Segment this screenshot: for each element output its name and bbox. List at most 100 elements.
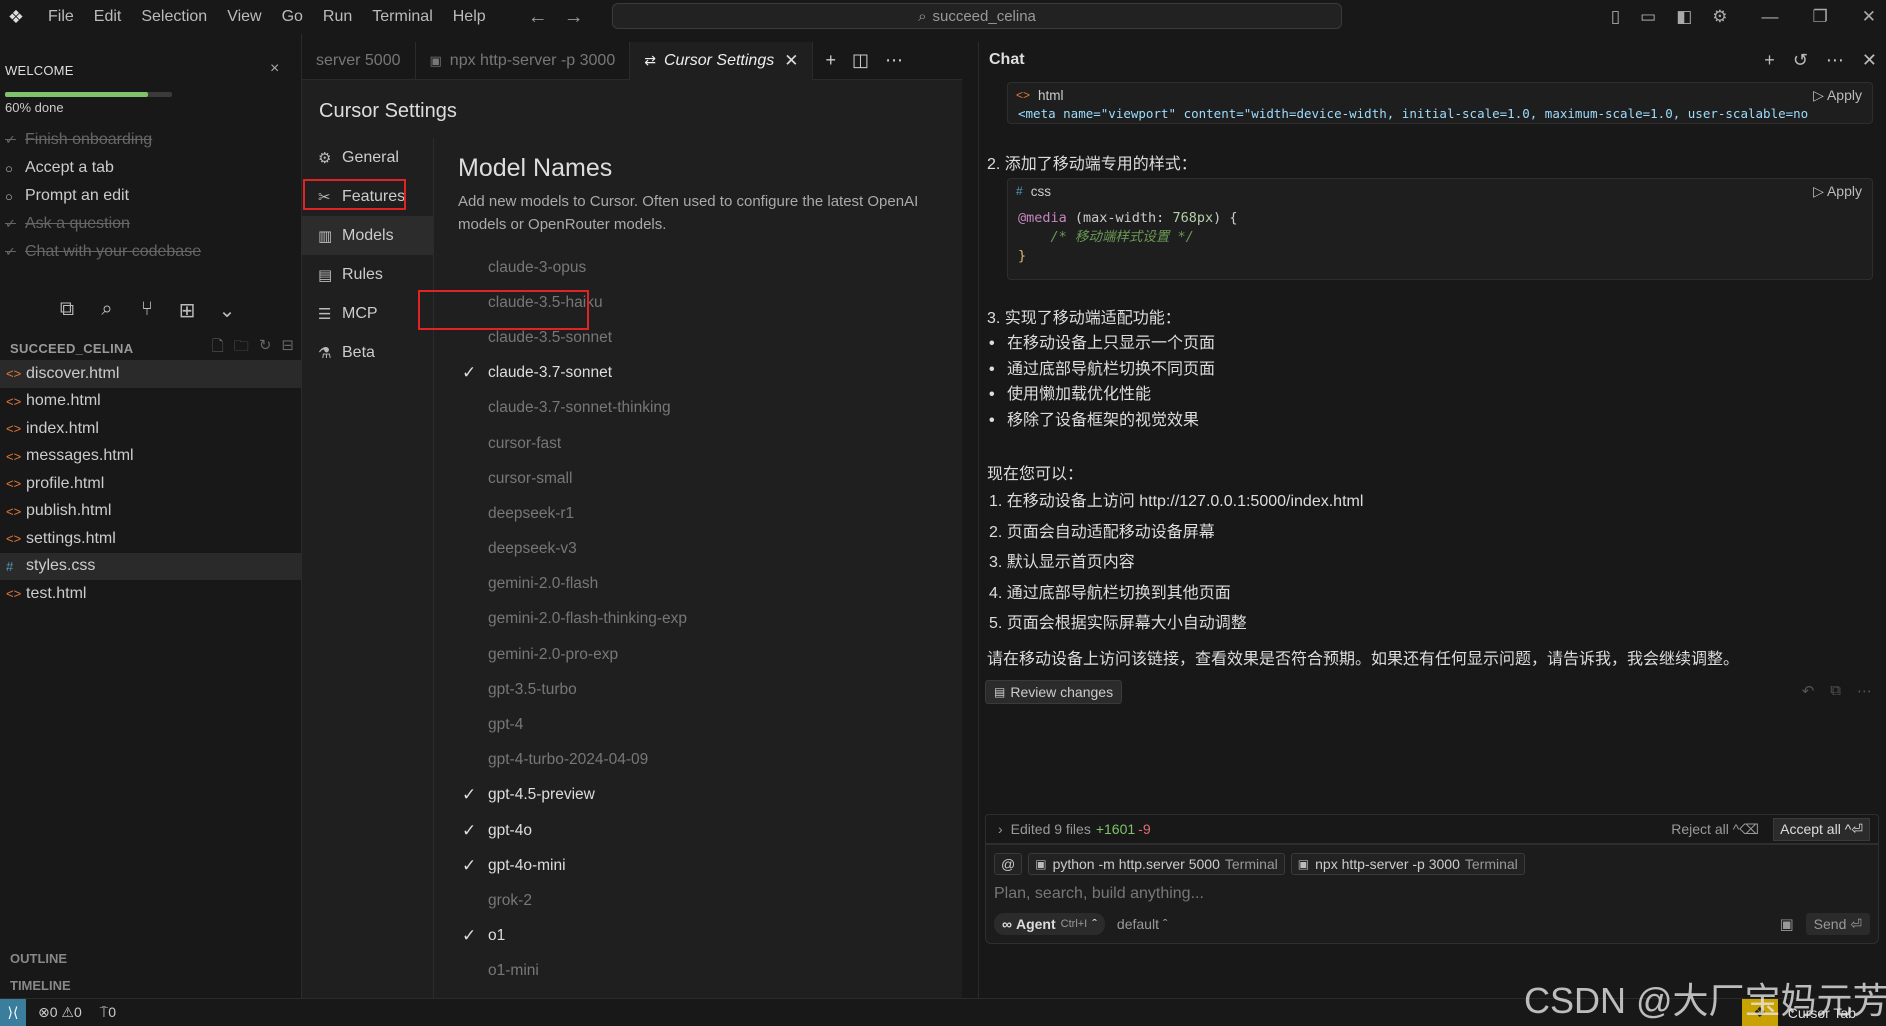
file-item[interactable]: <> discover.html (0, 360, 301, 388)
checkmark-icon[interactable]: ✓ (462, 363, 488, 383)
checkmark-icon[interactable]: ✓ (462, 821, 488, 841)
model-item[interactable]: claude-3-opus (462, 250, 687, 285)
menu-selection[interactable]: Selection (131, 0, 217, 34)
close-tab-icon[interactable]: ✕ (784, 51, 798, 71)
new-tab-icon[interactable]: + (825, 50, 836, 71)
file-item[interactable]: # styles.css (0, 552, 301, 580)
tab-npx-http-server[interactable]: ▣ npx http-server -p 3000 (416, 41, 631, 80)
image-upload-icon[interactable]: ▣ (1779, 915, 1793, 933)
tab-cursor-settings[interactable]: ⇄ Cursor Settings ✕ (630, 41, 814, 80)
explorer-icon[interactable]: ⧉ (56, 298, 78, 323)
settings-nav-beta[interactable]: ⚗ Beta (302, 333, 433, 372)
close-window-icon[interactable]: ✕ (1852, 7, 1886, 27)
menu-run[interactable]: Run (313, 0, 362, 34)
file-item[interactable]: <> index.html (0, 415, 301, 443)
apply-button[interactable]: ▷ Apply (1813, 87, 1862, 104)
settings-nav-mcp[interactable]: ☰ MCP (302, 294, 433, 333)
model-item[interactable]: ✓ gpt-4.5-preview (462, 778, 687, 813)
menu-view[interactable]: View (217, 0, 271, 34)
extensions-icon[interactable]: ⊞ (176, 298, 198, 323)
settings-nav-models[interactable]: ▥ Models (302, 216, 433, 255)
model-item[interactable]: ✓ o1 (462, 919, 687, 954)
context-chip-npx-server[interactable]: ▣ npx http-server -p 3000 Terminal (1290, 853, 1525, 875)
checkmark-icon[interactable]: ✓ (462, 856, 488, 876)
menu-terminal[interactable]: Terminal (362, 0, 442, 34)
more-icon[interactable]: ⋯ (1857, 682, 1872, 700)
model-item[interactable]: deepseek-v3 (462, 532, 687, 567)
menu-edit[interactable]: Edit (84, 0, 132, 34)
file-item[interactable]: <> home.html (0, 388, 301, 416)
toggle-panel-icon[interactable]: ▭ (1630, 7, 1666, 27)
model-item[interactable]: gpt-3.5-turbo (462, 672, 687, 707)
settings-gear-icon[interactable]: ⚙ (1702, 7, 1737, 27)
send-button[interactable]: Send ⏎ (1805, 913, 1870, 935)
more-icon[interactable]: ⋯ (885, 50, 903, 71)
copy-icon[interactable]: ⧉ (1830, 682, 1841, 700)
agent-mode-button[interactable]: ∞ Agent Ctrl+I ˆ (994, 913, 1105, 935)
new-folder-icon[interactable]: 🗀 (234, 336, 249, 361)
model-item[interactable]: gemini-2.0-pro-exp (462, 637, 687, 672)
onboarding-item[interactable]: ○ Accept a tab (5, 154, 201, 182)
menu-help[interactable]: Help (443, 0, 496, 34)
file-item[interactable]: <> messages.html (0, 443, 301, 471)
minimize-icon[interactable]: — (1752, 7, 1789, 27)
command-search-box[interactable]: ⌕ succeed_celina (612, 3, 1342, 29)
file-item[interactable]: <> test.html (0, 580, 301, 608)
split-editor-icon[interactable]: ◫ (852, 50, 869, 71)
model-item[interactable]: ✓ claude-3.7-sonnet (462, 356, 687, 391)
file-item[interactable]: <> settings.html (0, 525, 301, 553)
collapse-icon[interactable]: ⊟ (281, 336, 294, 361)
toggle-secondary-sidebar-icon[interactable]: ◧ (1666, 7, 1702, 27)
onboarding-item[interactable]: ○ Prompt an edit (5, 182, 201, 210)
review-changes-button[interactable]: ▤ Review changes (985, 680, 1123, 704)
file-item[interactable]: <> profile.html (0, 470, 301, 498)
menu-go[interactable]: Go (272, 0, 313, 34)
onboarding-item[interactable]: ✓ Ask a question (5, 210, 201, 238)
undo-icon[interactable]: ↶ (1802, 682, 1815, 700)
new-file-icon[interactable]: 🗋 (212, 336, 224, 361)
model-item[interactable]: ✓ gpt-4o (462, 813, 687, 848)
model-item[interactable]: gemini-2.0-flash (462, 567, 687, 602)
chevron-down-icon[interactable]: ⌄ (216, 298, 238, 323)
menu-file[interactable]: File (38, 0, 84, 34)
edited-files-bar[interactable]: › Edited 9 files +1601 -9 Reject all ^⌫ … (985, 814, 1879, 844)
close-icon[interactable]: × (270, 60, 279, 78)
search-icon[interactable]: ⌕ (96, 298, 118, 323)
remote-icon[interactable]: ⟩⟨ (0, 998, 26, 1026)
refresh-icon[interactable]: ↻ (259, 336, 272, 361)
forward-arrow-icon[interactable]: → (564, 6, 584, 29)
more-icon[interactable]: ⋯ (1826, 50, 1844, 71)
accept-all-button[interactable]: Accept all ^⏎ (1773, 817, 1870, 841)
new-chat-icon[interactable]: + (1764, 50, 1775, 71)
settings-nav-rules[interactable]: ▤ Rules (302, 255, 433, 294)
file-item[interactable]: <> publish.html (0, 498, 301, 526)
checkmark-icon[interactable]: ✓ (462, 926, 488, 946)
model-item[interactable]: cursor-fast (462, 426, 687, 461)
model-item[interactable]: deepseek-r1 (462, 496, 687, 531)
tab-server-5000[interactable]: server 5000 (302, 41, 416, 80)
model-item[interactable]: cursor-small (462, 461, 687, 496)
model-item[interactable]: ✓ gpt-4o-mini (462, 848, 687, 883)
chat-input[interactable]: Plan, search, build anything... (994, 885, 1204, 903)
onboarding-item[interactable]: ✓ Chat with your codebase (5, 238, 201, 266)
model-item[interactable]: o1-mini (462, 954, 687, 989)
context-chip-python-server[interactable]: ▣ python -m http.server 5000 Terminal (1028, 853, 1285, 875)
model-item[interactable]: grok-2 (462, 883, 687, 918)
maximize-icon[interactable]: ❐ (1803, 7, 1838, 27)
back-arrow-icon[interactable]: ← (528, 6, 548, 29)
history-icon[interactable]: ↺ (1793, 50, 1808, 71)
model-item[interactable]: claude-3.7-sonnet-thinking (462, 391, 687, 426)
model-item[interactable]: gpt-4 (462, 707, 687, 742)
timeline-section[interactable]: TIMELINE (10, 978, 71, 993)
settings-nav-general[interactable]: ⚙ General (302, 138, 433, 177)
apply-button[interactable]: ▷ Apply (1813, 183, 1862, 200)
source-control-icon[interactable]: ⑂ (136, 298, 158, 323)
ports-status[interactable]: ⍑0 (100, 1004, 116, 1021)
onboarding-item[interactable]: ✓ Finish onboarding (5, 126, 201, 154)
outline-section[interactable]: OUTLINE (10, 951, 67, 966)
mention-button[interactable]: @ (994, 853, 1023, 875)
model-selector[interactable]: default ˆ (1117, 916, 1168, 932)
problems-status[interactable]: ⊗0 ⚠0 (38, 1004, 82, 1021)
model-item[interactable]: gpt-4-turbo-2024-04-09 (462, 743, 687, 778)
model-item[interactable]: gemini-2.0-flash-thinking-exp (462, 602, 687, 637)
